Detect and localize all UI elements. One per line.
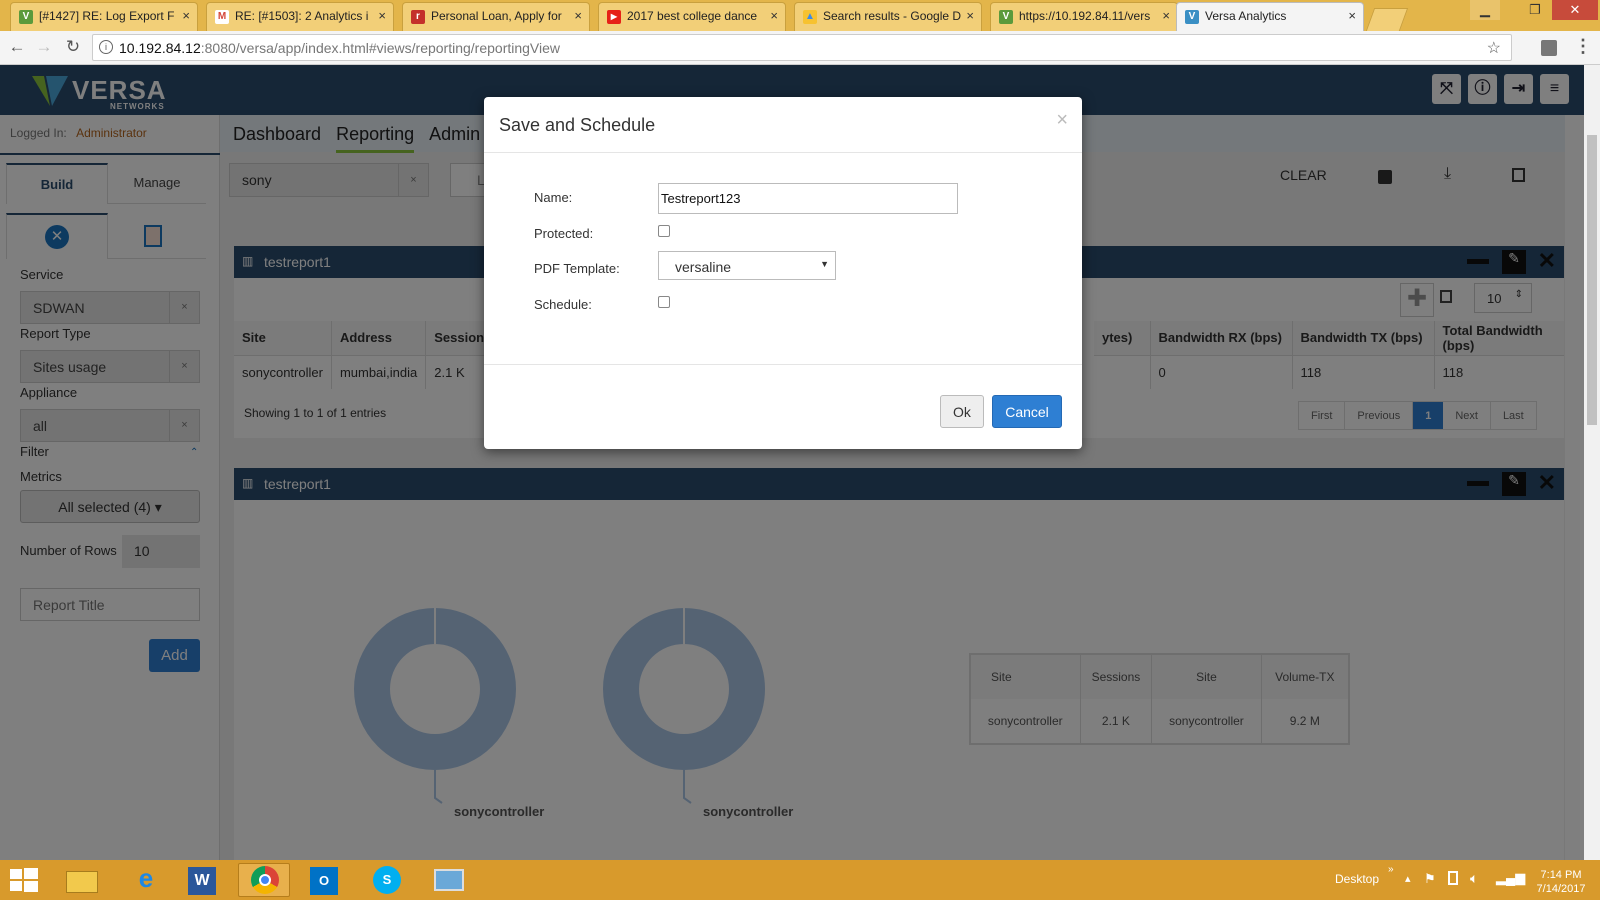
name-label: Name:: [534, 190, 573, 205]
tab-title: Versa Analytics: [1205, 9, 1287, 23]
tab-title: [#1427] RE: Log Export F: [39, 9, 175, 23]
browser-tab-active[interactable]: V Versa Analytics ×: [1176, 2, 1364, 31]
photo-viewer-icon[interactable]: [424, 863, 476, 897]
pdf-template-select[interactable]: versaline ▼: [658, 251, 836, 280]
protected-label: Protected:: [534, 226, 594, 241]
pdf-template-value: versaline: [675, 259, 732, 275]
pdf-template-label: PDF Template:: [534, 261, 620, 276]
url-input[interactable]: i 10.192.84.12:8080/versa/app/index.html…: [92, 34, 1512, 61]
double-chevron-icon[interactable]: »: [1388, 864, 1394, 875]
info-icon[interactable]: i: [99, 40, 113, 54]
schedule-checkbox[interactable]: [658, 296, 670, 308]
browser-tab[interactable]: V https://10.192.84.11/vers ×: [990, 2, 1178, 31]
volume-icon[interactable]: 🔈︎: [1470, 870, 1478, 887]
new-tab-button[interactable]: [1365, 8, 1409, 31]
scrollbar-thumb[interactable]: [1587, 135, 1597, 425]
youtube-icon: ▶: [607, 10, 621, 24]
show-hidden-icons[interactable]: ▴: [1405, 872, 1411, 885]
reload-icon[interactable]: ↻: [62, 37, 84, 57]
google-drive-icon: ▲: [803, 10, 817, 24]
divider: [484, 152, 1082, 153]
tab-close-icon[interactable]: ×: [770, 8, 778, 23]
tab-title: RE: [#1503]: 2 Analytics i: [235, 9, 369, 23]
extension-icon[interactable]: [1541, 40, 1557, 56]
versa-favicon-icon: V: [1185, 10, 1199, 24]
url-host: 10.192.84.12: [119, 40, 201, 56]
chrome-menu-icon[interactable]: ⋮: [1574, 36, 1592, 57]
network-icon[interactable]: ▂▄▆: [1496, 870, 1525, 886]
gmail-icon: M: [215, 10, 229, 24]
tab-close-icon[interactable]: ×: [574, 8, 582, 23]
word-icon[interactable]: W: [178, 863, 230, 897]
clock-time: 7:14 PM: [1540, 869, 1582, 881]
minimize-icon[interactable]: ▁: [1470, 0, 1500, 20]
ok-button[interactable]: Ok: [940, 395, 984, 428]
divider: [484, 364, 1082, 365]
outlook-icon[interactable]: O: [300, 863, 352, 897]
browser-tab[interactable]: M RE: [#1503]: 2 Analytics i ×: [206, 2, 394, 31]
window-close-icon[interactable]: ✕: [1552, 0, 1598, 20]
windows-start-icon[interactable]: [8, 866, 40, 894]
tab-favicon-icon: r: [411, 10, 425, 24]
tab-close-icon[interactable]: ×: [182, 8, 190, 23]
tab-favicon-icon: V: [19, 10, 33, 24]
dropdown-arrow-icon: ▼: [820, 259, 829, 269]
schedule-label: Schedule:: [534, 297, 592, 312]
browser-tab[interactable]: V [#1427] RE: Log Export F ×: [10, 2, 198, 31]
tab-close-icon[interactable]: ×: [378, 8, 386, 23]
clock[interactable]: 7:14 PM 7/14/2017: [1530, 868, 1592, 896]
forward-arrow-icon[interactable]: →: [33, 37, 55, 57]
windows-taskbar: e W O S Desktop » ▴ ⚑ 🔈︎ ▂▄▆ 7:14 PM 7/1…: [0, 860, 1600, 900]
save-schedule-dialog: Save and Schedule × Name: Testreport123 …: [484, 97, 1082, 449]
file-explorer-icon[interactable]: [58, 863, 110, 897]
chrome-icon[interactable]: [238, 863, 290, 897]
url-path: :8080/versa/app/index.html#views/reporti…: [200, 40, 561, 56]
dialog-close-icon[interactable]: ×: [1056, 109, 1068, 132]
tab-close-icon[interactable]: ×: [966, 8, 974, 23]
browser-tab[interactable]: ▶ 2017 best college dance ×: [598, 2, 786, 31]
tab-title: Personal Loan, Apply for: [431, 9, 562, 23]
dialog-title: Save and Schedule: [499, 115, 656, 135]
flag-icon[interactable]: ⚑: [1424, 871, 1436, 887]
internet-explorer-icon[interactable]: e: [120, 863, 172, 897]
browser-tab-strip: V [#1427] RE: Log Export F × M RE: [#150…: [0, 0, 1600, 31]
tab-close-icon[interactable]: ×: [1162, 8, 1170, 23]
protected-checkbox[interactable]: [658, 225, 670, 237]
browser-tab[interactable]: ▲ Search results - Google D ×: [794, 2, 982, 31]
address-bar: ← → ↻ i 10.192.84.12:8080/versa/app/inde…: [0, 31, 1600, 65]
back-arrow-icon[interactable]: ←: [6, 37, 28, 57]
browser-tab[interactable]: r Personal Loan, Apply for ×: [402, 2, 590, 31]
cancel-button[interactable]: Cancel: [992, 395, 1062, 428]
tab-title: https://10.192.84.11/vers: [1019, 9, 1151, 23]
desktop-toolbar-label[interactable]: Desktop: [1335, 872, 1379, 886]
tab-title: 2017 best college dance: [627, 9, 758, 23]
report-name-input[interactable]: Testreport123: [658, 183, 958, 214]
clock-date: 7/14/2017: [1536, 883, 1586, 895]
tab-close-icon[interactable]: ×: [1348, 8, 1356, 23]
tab-favicon-icon: V: [999, 10, 1013, 24]
skype-icon[interactable]: S: [362, 863, 414, 897]
tab-title: Search results - Google D: [823, 9, 962, 23]
page-scrollbar[interactable]: [1584, 65, 1600, 860]
battery-icon[interactable]: [1448, 871, 1458, 885]
restore-icon[interactable]: ❐: [1520, 0, 1550, 20]
bookmark-star-icon[interactable]: ☆: [1487, 38, 1501, 58]
